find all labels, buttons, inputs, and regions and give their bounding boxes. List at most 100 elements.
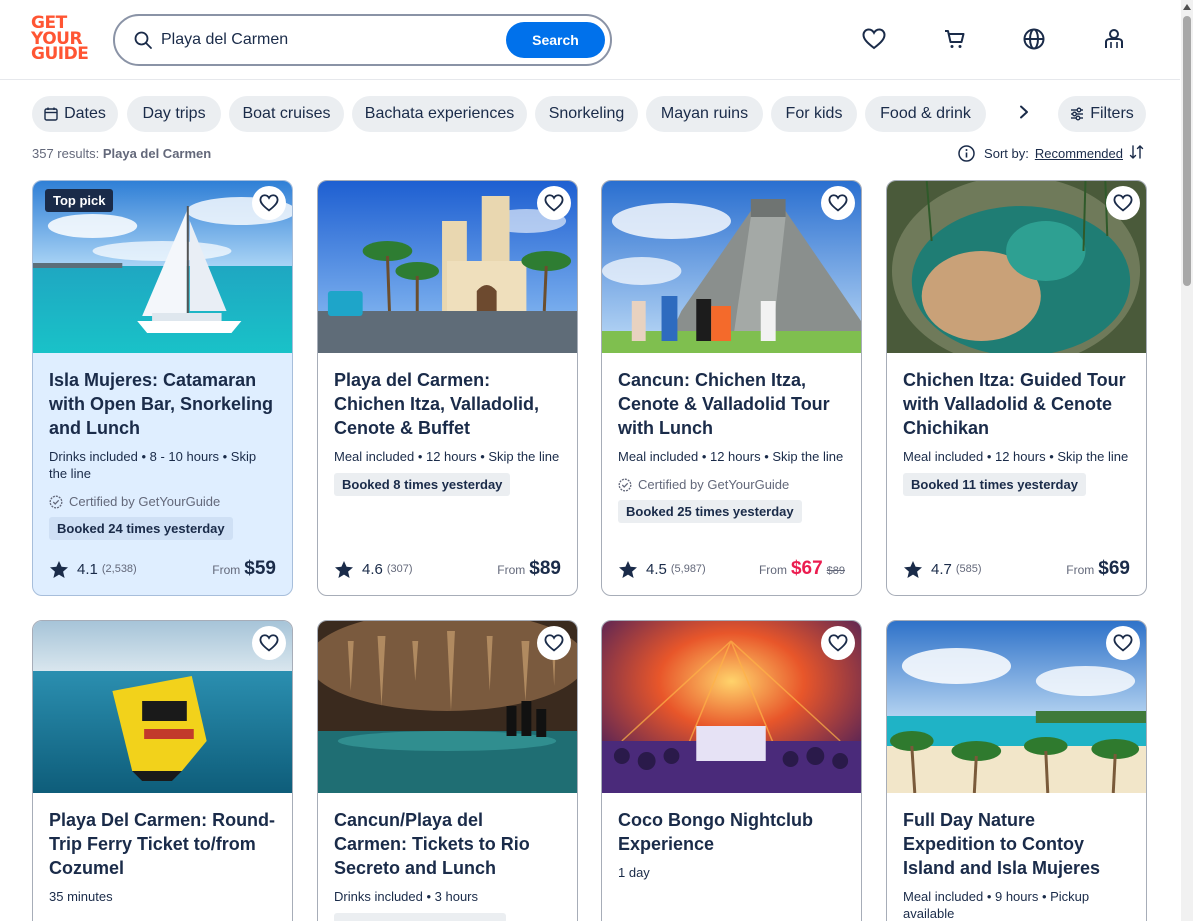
activity-card[interactable]: Full Day Nature Expedition to Contoy Isl… bbox=[886, 620, 1147, 921]
scroll-up-arrow-icon[interactable] bbox=[1183, 3, 1191, 11]
activity-title[interactable]: Playa Del Carmen: Round-Trip Ferry Ticke… bbox=[49, 808, 276, 880]
rating-value: 4.6 bbox=[362, 560, 383, 578]
activity-image-ferry[interactable] bbox=[33, 621, 292, 793]
activity-image-island[interactable] bbox=[887, 621, 1146, 793]
star-icon bbox=[334, 560, 354, 579]
getyourguide-logo[interactable]: GET YOUR GUIDE bbox=[31, 15, 91, 64]
certified-text: Certified by GetYourGuide bbox=[69, 494, 221, 509]
calendar-icon bbox=[44, 107, 58, 121]
activity-card[interactable]: Cancun/Playa del Carmen: Tickets to Rio … bbox=[317, 620, 578, 921]
review-count: (2,538) bbox=[101, 563, 137, 575]
globe-icon[interactable] bbox=[1021, 26, 1047, 52]
chip-label: Boat cruises bbox=[242, 105, 331, 122]
wishlist-heart-icon[interactable] bbox=[537, 186, 571, 220]
activity-title[interactable]: Cancun/Playa del Carmen: Tickets to Rio … bbox=[334, 808, 561, 880]
search-input[interactable] bbox=[161, 27, 501, 53]
price: From $69 bbox=[1066, 558, 1130, 580]
activity-image-nightclub[interactable] bbox=[602, 621, 861, 793]
activity-meta: Meal included • 12 hours • Skip the line bbox=[618, 449, 844, 464]
profile-icon[interactable] bbox=[1101, 26, 1127, 52]
chip-day-trips[interactable]: Day trips bbox=[127, 96, 221, 132]
booked-badge: Booked 25 times yesterday bbox=[618, 500, 802, 523]
activity-card[interactable]: Playa Del Carmen: Round-Trip Ferry Ticke… bbox=[32, 620, 293, 921]
booked-badge: Booked 8 times yesterday bbox=[334, 473, 511, 496]
info-icon[interactable] bbox=[958, 145, 975, 162]
wishlist-heart-icon[interactable] bbox=[537, 626, 571, 660]
review-count: (5,987) bbox=[670, 563, 706, 575]
certified-badge: Certified by GetYourGuide bbox=[618, 477, 845, 492]
price-value: $67 bbox=[790, 558, 823, 579]
activity-meta: Meal included • 12 hours • Skip the line bbox=[903, 449, 1129, 464]
certified-text: Certified by GetYourGuide bbox=[638, 477, 790, 492]
filters-button[interactable]: Filters bbox=[1058, 96, 1146, 132]
activity-title[interactable]: Cancun: Chichen Itza, Cenote & Valladoli… bbox=[618, 368, 845, 440]
search-button[interactable]: Search bbox=[506, 22, 605, 58]
chip-food-drink[interactable]: Food & drink bbox=[865, 96, 986, 132]
star-icon bbox=[49, 560, 69, 579]
rating-value: 4.1 bbox=[77, 560, 98, 578]
activity-meta: Drinks included • 8 - 10 hours • Skip th… bbox=[49, 449, 257, 481]
star-icon bbox=[618, 560, 638, 579]
chip-for-kids[interactable]: For kids bbox=[771, 96, 857, 132]
activity-title[interactable]: Full Day Nature Expedition to Contoy Isl… bbox=[903, 808, 1130, 880]
price: From $67 $89 bbox=[759, 558, 845, 580]
wishlist-heart-icon[interactable] bbox=[861, 26, 887, 52]
rating: 4.1 (2,538) bbox=[49, 560, 137, 579]
activity-meta: Meal included • 12 hours • Skip the line bbox=[334, 449, 560, 464]
star-icon bbox=[903, 560, 923, 579]
booked-badge: Booked 11 times yesterday bbox=[903, 473, 1086, 496]
activity-meta: 1 day bbox=[618, 865, 650, 880]
wishlist-heart-icon[interactable] bbox=[252, 186, 286, 220]
original-price: $89 bbox=[826, 565, 845, 577]
price-from: From bbox=[497, 563, 526, 577]
wishlist-heart-icon[interactable] bbox=[821, 186, 855, 220]
chip-dates[interactable]: Dates bbox=[32, 96, 118, 132]
sort-value[interactable]: Recommended bbox=[1035, 146, 1123, 161]
wishlist-heart-icon[interactable] bbox=[1106, 626, 1140, 660]
activity-image-catamaran[interactable]: Top pick bbox=[33, 181, 292, 353]
chip-snorkeling[interactable]: Snorkeling bbox=[535, 96, 638, 132]
price: From $89 bbox=[497, 558, 561, 580]
activity-image-pyramid[interactable] bbox=[602, 181, 861, 353]
scrollbar-thumb[interactable] bbox=[1183, 16, 1191, 286]
chip-label: Day trips bbox=[142, 105, 206, 122]
activity-card[interactable]: Cancun: Chichen Itza, Cenote & Valladoli… bbox=[601, 180, 862, 596]
price-from: From bbox=[1066, 563, 1095, 577]
wishlist-heart-icon[interactable] bbox=[252, 626, 286, 660]
activity-meta: 35 minutes bbox=[49, 889, 113, 904]
activity-title[interactable]: Coco Bongo Nightclub Experience bbox=[618, 808, 845, 856]
certified-badge: Certified by GetYourGuide bbox=[49, 494, 276, 509]
activity-image-cave[interactable] bbox=[318, 621, 577, 793]
review-count: (307) bbox=[386, 563, 413, 575]
chip-boat-cruises[interactable]: Boat cruises bbox=[229, 96, 344, 132]
price-value: $69 bbox=[1098, 558, 1130, 579]
sort-label: Sort by: bbox=[984, 146, 1029, 161]
chips-next-button[interactable] bbox=[1008, 98, 1040, 130]
activity-title[interactable]: Isla Mujeres: Catamaran with Open Bar, S… bbox=[49, 368, 276, 440]
chip-bachata-experiences[interactable]: Bachata experiences bbox=[352, 96, 527, 132]
booked-badge: Booked 24 times yesterday bbox=[49, 517, 233, 540]
header: GET YOUR GUIDE Search bbox=[0, 0, 1180, 80]
wishlist-heart-icon[interactable] bbox=[821, 626, 855, 660]
results-count-text: 357 results: bbox=[32, 146, 100, 161]
chip-label: Bachata experiences bbox=[364, 105, 515, 122]
chip-label: Mayan ruins bbox=[660, 105, 749, 122]
chip-mayan-ruins[interactable]: Mayan ruins bbox=[646, 96, 763, 132]
activity-card[interactable]: Coco Bongo Nightclub Experience 1 day bbox=[601, 620, 862, 921]
rating: 4.6 (307) bbox=[334, 560, 413, 579]
activity-image-church[interactable] bbox=[318, 181, 577, 353]
certified-check-icon bbox=[618, 478, 632, 492]
sort-arrows-icon[interactable] bbox=[1129, 144, 1145, 163]
activity-card[interactable]: Chichen Itza: Guided Tour with Valladoli… bbox=[886, 180, 1147, 596]
activity-title[interactable]: Chichen Itza: Guided Tour with Valladoli… bbox=[903, 368, 1130, 440]
cart-icon[interactable] bbox=[942, 26, 968, 52]
price-value: $59 bbox=[244, 558, 276, 579]
price-value: $89 bbox=[529, 558, 561, 579]
activity-card[interactable]: Top pick Isla Mujeres: Catamaran with Op… bbox=[32, 180, 293, 596]
activity-image-cenote[interactable] bbox=[887, 181, 1146, 353]
activity-title[interactable]: Playa del Carmen: Chichen Itza, Valladol… bbox=[334, 368, 561, 440]
certified-check-icon bbox=[49, 495, 63, 509]
review-count: (585) bbox=[955, 563, 982, 575]
wishlist-heart-icon[interactable] bbox=[1106, 186, 1140, 220]
activity-card[interactable]: Playa del Carmen: Chichen Itza, Valladol… bbox=[317, 180, 578, 596]
